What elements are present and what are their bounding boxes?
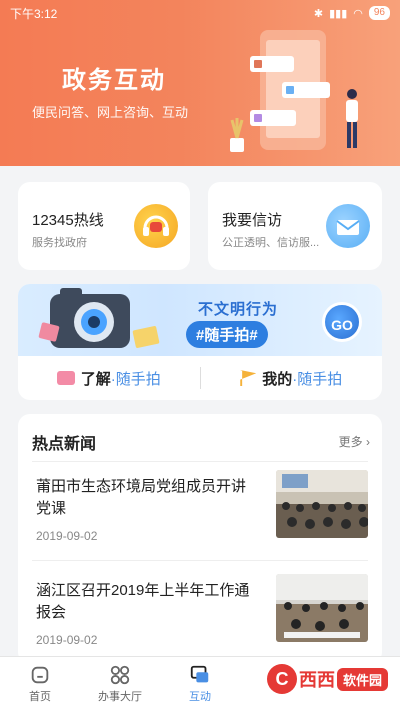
hotline-card[interactable]: 12345热线 服务找政府: [18, 182, 190, 270]
headset-icon: [134, 204, 178, 248]
news-more-label: 更多: [338, 435, 363, 449]
news-item[interactable]: 涵江区召开2019年上半年工作通报会 2019-09-02: [32, 566, 368, 662]
tab-home[interactable]: 首页: [0, 657, 80, 710]
status-time: 下午3:12: [10, 6, 58, 21]
tab-service-hall-label: 办事大厅: [98, 690, 142, 703]
home-icon: [31, 666, 49, 683]
tab-interaction[interactable]: 互动: [160, 657, 240, 710]
chat-illustration: [230, 30, 358, 152]
watermark-brand: 西西: [298, 670, 335, 690]
signal-icon: ▮▮▮: [329, 7, 348, 20]
petition-title: 我要信访: [222, 212, 283, 229]
news-thumbnail: [276, 470, 368, 538]
wifi-icon: ◠: [353, 7, 363, 20]
learn-photo-report-link[interactable]: 了解 ·随手拍: [18, 356, 200, 400]
news-date: 2019-09-02: [36, 633, 98, 647]
hotline-title: 12345热线: [32, 212, 104, 229]
status-icons: ✱ ▮▮▮ ◠ 96: [314, 6, 390, 20]
camera-small-icon: [56, 371, 75, 385]
my-label: 我的: [262, 370, 293, 388]
battery-icon: 96: [368, 6, 390, 20]
camera-icon: [38, 288, 160, 348]
banner-headline: 不文明行为: [198, 301, 279, 318]
news-section-title: 热点新闻: [32, 436, 97, 453]
my-photo-report-link[interactable]: 我的 ·随手拍: [201, 356, 383, 400]
bluetooth-icon: ✱: [313, 7, 324, 20]
petition-subtitle: 公正透明、信访服...: [222, 237, 320, 249]
hotline-subtitle: 服务找政府: [32, 237, 87, 249]
status-bar: 下午3:12 ✱ ▮▮▮ ◠ 96: [0, 0, 400, 26]
grid-icon: [110, 665, 130, 684]
news-item[interactable]: 莆田市生态环境局党组成员开讲党课 2019-09-02: [32, 462, 368, 558]
tab-home-label: 首页: [29, 690, 51, 703]
photo-report-banner[interactable]: 不文明行为 #随手拍# GO 了解 ·随手拍 我的 ·随手拍: [18, 284, 382, 400]
watermark-box: 软件园: [336, 667, 388, 691]
watermark-logo: C 西西 软件园: [266, 664, 388, 694]
mail-icon: [326, 204, 370, 248]
learn-label: 了解: [80, 370, 111, 388]
go-button[interactable]: GO: [322, 302, 362, 342]
news-thumbnail: [276, 574, 368, 642]
divider: [32, 560, 368, 561]
my-sub-label: ·随手拍: [292, 370, 343, 388]
news-date: 2019-09-02: [36, 529, 98, 543]
flag-icon: [240, 370, 257, 386]
hot-news-section: 热点新闻 更多 › 莆田市生态环境局党组成员开讲党课 2019-09-02 涵江…: [18, 414, 382, 664]
tab-interaction-label: 互动: [189, 690, 211, 703]
news-more-link[interactable]: 更多 ›: [339, 433, 370, 450]
banner-image[interactable]: 不文明行为 #随手拍# GO: [18, 284, 382, 356]
petition-card[interactable]: 我要信访 公正透明、信访服...: [208, 182, 382, 270]
hero-header: 下午3:12 ✱ ▮▮▮ ◠ 96 政务互动 便民问答、网上咨询、互动: [0, 0, 400, 166]
watermark-icon: C: [266, 664, 297, 694]
news-headline: 涵江区召开2019年上半年工作通报会: [36, 582, 250, 621]
chat-icon: [190, 665, 209, 682]
tab-service-hall[interactable]: 办事大厅: [80, 657, 160, 710]
page-subtitle: 便民问答、网上咨询、互动: [32, 105, 189, 120]
banner-actions: 了解 ·随手拍 我的 ·随手拍: [18, 356, 382, 400]
news-headline: 莆田市生态环境局党组成员开讲党课: [36, 478, 247, 517]
page-title: 政务互动: [62, 67, 166, 94]
chevron-right-icon: ›: [366, 435, 370, 449]
learn-sub-label: ·随手拍: [110, 370, 161, 388]
banner-hashtag: #随手拍#: [186, 321, 268, 348]
